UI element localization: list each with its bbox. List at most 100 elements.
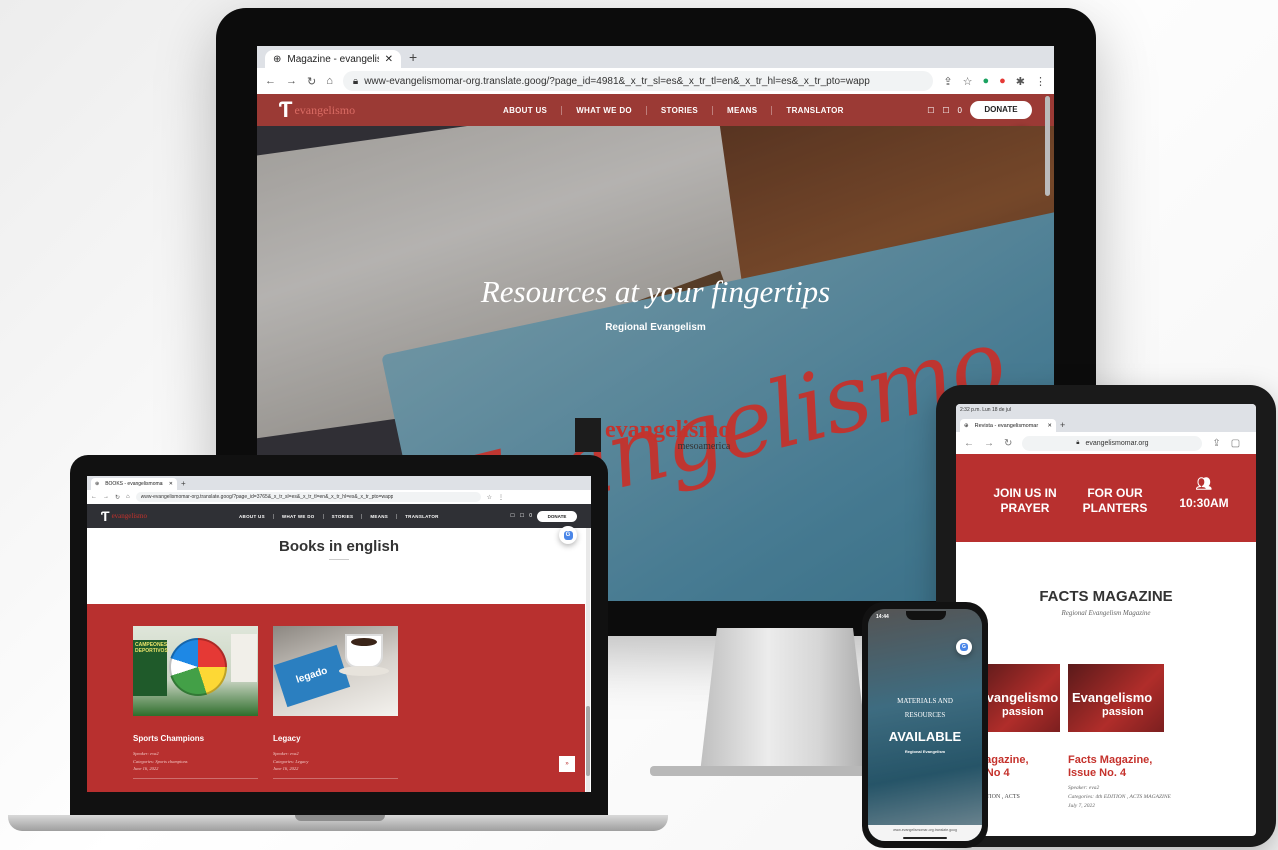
laptop-nav-stories[interactable]: STORIES <box>324 513 363 519</box>
nav-about-us[interactable]: ABOUT US <box>489 105 563 115</box>
card-legacy-image[interactable]: legado <box>273 626 398 716</box>
new-tab-icon[interactable]: + <box>409 49 417 65</box>
scrollbar-thumb[interactable] <box>1045 96 1050 196</box>
back-icon[interactable]: ← <box>265 75 276 87</box>
card-sports-speaker: Speaker: eva2 <box>133 751 159 756</box>
globe-icon: ⊕ <box>273 53 282 65</box>
extension-icon-2[interactable]: ● <box>999 75 1006 87</box>
issue-2-title[interactable]: Facts Magazine, Issue No. 4 <box>1068 754 1152 780</box>
laptop-site-navbar: Ƭ evangelismo ABOUT US WHAT WE DO STORIE… <box>87 504 591 528</box>
laptop-books-section: CAMPEONES DEPORTIVOS Sports Champions Sp… <box>87 604 585 792</box>
puzzle-icon[interactable]: ✱ <box>1016 75 1025 88</box>
laptop-site-logo[interactable]: Ƭ evangelismo <box>101 508 231 524</box>
card-legacy-title[interactable]: Legacy <box>273 734 301 743</box>
laptop-nav-translator[interactable]: TRANSLATOR <box>397 514 447 519</box>
laptop-nav-what-we-do[interactable]: WHAT WE DO <box>274 513 324 519</box>
laptop-cart-count: 0 <box>529 513 532 519</box>
phone-headline: AVAILABLE <box>888 729 962 744</box>
magazine-cover-1[interactable]: Evangelismo passion <box>976 664 1060 732</box>
card-legacy-date: June 16, 2022 <box>273 766 299 772</box>
address-field[interactable]: 🔒︎ www-evangelismomar-org.translate.goog… <box>342 71 934 91</box>
card-sports-title[interactable]: Sports Champions <box>133 734 204 743</box>
hero-logo-sub: mesoamerica <box>677 441 731 452</box>
tablet-address-row: ← → ↻ 🔒︎ evangelismomar.org ⇪ ▢ <box>956 432 1256 454</box>
tablet-browser-tab[interactable]: ⊕ Revista - evangelismomar ✕ <box>960 419 1056 432</box>
tablet-new-tab-icon[interactable]: + <box>1060 420 1065 430</box>
laptop-notch <box>295 815 385 821</box>
star-icon[interactable]: ☆ <box>963 75 973 88</box>
extension-icon[interactable]: ● <box>982 75 989 87</box>
card-sports-date: June 16, 2022 <box>133 766 159 772</box>
phone-line1: MATERIALS AND <box>897 697 953 705</box>
tablet-globe-icon: ⊕ <box>964 422 969 429</box>
tab-strip: ⊕ Magazine - evangelismomar ✕ + <box>257 46 1054 68</box>
tablet-url-text: evangelismomar.org <box>1085 439 1149 447</box>
group-icon: 👥︎ <box>1195 476 1213 491</box>
laptop-star-icon[interactable]: ☆ <box>487 494 492 501</box>
laptop-new-tab-icon[interactable]: + <box>181 479 186 488</box>
scroll-top-button[interactable]: » <box>559 756 575 772</box>
main-nav: ABOUT US WHAT WE DO STORIES MEANS TRANSL… <box>489 105 858 115</box>
laptop-search-icon[interactable]: ☐ <box>510 513 514 519</box>
close-tab-icon[interactable]: ✕ <box>385 54 393 65</box>
laptop-menu-icon[interactable]: ⋮ <box>498 494 504 501</box>
cart-icon[interactable]: ☐ <box>942 106 949 115</box>
browser-tab[interactable]: ⊕ Magazine - evangelismomar ✕ <box>265 50 401 68</box>
laptop-reload-icon[interactable]: ↻ <box>115 494 120 501</box>
phone-screen: 14:44 G MATERIALS AND RESOURCES AVAILABL… <box>868 609 982 841</box>
laptop-nav-about-us[interactable]: ABOUT US <box>231 513 274 519</box>
reload-icon[interactable]: ↻ <box>307 75 316 88</box>
phone-url-text: www-evangelismomar-org.translate.goog <box>893 828 957 832</box>
site-navbar: Ƭ evangelismo ABOUT US WHAT WE DO STORIE… <box>257 94 1054 126</box>
home-icon[interactable]: ⌂ <box>326 75 333 87</box>
menu-icon[interactable]: ⋮ <box>1035 75 1046 88</box>
banner-join-prayer[interactable]: JOIN US IN PRAYER <box>990 486 1060 516</box>
tablet-reload-icon[interactable]: ↻ <box>1004 438 1012 449</box>
magazine-cover-2[interactable]: Evangelismo passion <box>1068 664 1164 732</box>
tablet-share-icon[interactable]: ⇪ <box>1212 438 1220 449</box>
tablet-forward-icon[interactable]: → <box>984 438 994 449</box>
banner-for-planters[interactable]: FOR OUR PLANTERS <box>1080 486 1150 516</box>
search-icon[interactable]: ☐ <box>927 106 934 115</box>
laptop-browser-tab[interactable]: ⊕ BOOKS - evangelismomar ✕ <box>91 478 177 490</box>
coffee-surface <box>351 638 377 646</box>
laptop-address-field[interactable]: www-evangelismomar-org.translate.goog/?p… <box>135 492 481 502</box>
nav-stories[interactable]: STORIES <box>647 105 713 115</box>
tablet-address-field[interactable]: 🔒︎ evangelismomar.org <box>1022 435 1203 451</box>
tablet-back-icon[interactable]: ← <box>964 438 974 449</box>
laptop-donate-button[interactable]: DONATE <box>537 510 577 522</box>
cover-1-word2: passion <box>1002 706 1044 718</box>
laptop-close-tab-icon[interactable]: ✕ <box>169 481 173 487</box>
logo-text: evangelismo <box>294 102 356 117</box>
forward-icon[interactable]: → <box>286 75 297 87</box>
sports-book-banner: CAMPEONES DEPORTIVOS <box>133 640 168 696</box>
tablet-close-tab-icon[interactable]: ✕ <box>1047 423 1052 429</box>
share-icon[interactable]: ⇪ <box>943 75 952 88</box>
tablet-tabs-icon[interactable]: ▢ <box>1231 438 1240 449</box>
laptop-forward-icon[interactable]: → <box>103 494 109 500</box>
laptop-home-icon[interactable]: ⌂ <box>126 494 130 500</box>
laptop-cart-icon[interactable]: ☐ <box>520 513 524 519</box>
laptop-back-icon[interactable]: ← <box>91 494 97 500</box>
nav-what-we-do[interactable]: WHAT WE DO <box>562 105 647 115</box>
phone-google-translate-icon[interactable]: G <box>956 639 972 655</box>
laptop-heading-ornament <box>329 559 349 561</box>
card-legacy-speaker: Speaker: eva2 <box>273 751 299 756</box>
laptop-logo-text: evangelismo <box>111 512 147 520</box>
phone-time: 14:44 <box>876 614 889 620</box>
cover-2-word2: passion <box>1102 706 1144 718</box>
donate-button[interactable]: DONATE <box>970 101 1032 119</box>
url-text: www-evangelismomar-org.translate.goog/?p… <box>364 75 870 87</box>
card-sports-image[interactable]: CAMPEONES DEPORTIVOS <box>133 626 258 716</box>
site-logo[interactable]: Ƭ evangelismo <box>279 97 479 123</box>
card-legacy-meta: Speaker: eva2 Categories: Legacy June 16… <box>273 750 308 773</box>
nav-means[interactable]: MEANS <box>713 105 773 115</box>
issue-2-speaker: Speaker: eva2 <box>1068 785 1100 791</box>
issue-2-date: July 7, 2022 <box>1068 802 1096 809</box>
issue-2-title-line1: Facts Magazine, <box>1068 754 1153 766</box>
laptop-scrollbar-thumb[interactable] <box>586 706 590 776</box>
laptop-nav-means[interactable]: MEANS <box>362 513 398 519</box>
nav-translator[interactable]: TRANSLATOR <box>772 106 857 115</box>
phone-home-indicator[interactable] <box>903 837 947 839</box>
logo-mark-icon: Ƭ <box>279 97 293 122</box>
